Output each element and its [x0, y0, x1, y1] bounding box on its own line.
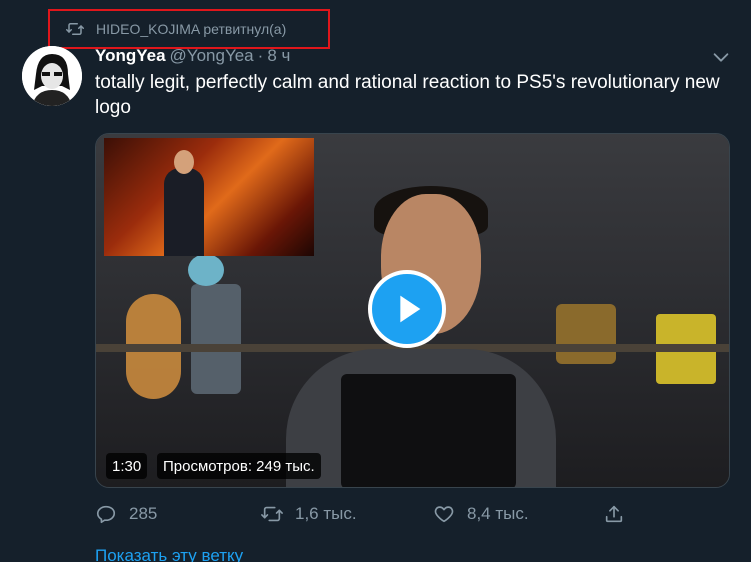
thumbnail-figure: [191, 284, 241, 394]
reply-button[interactable]: 285: [95, 503, 157, 525]
thumbnail-console: [341, 374, 516, 487]
video-views: Просмотров: 249 тыс.: [157, 453, 321, 479]
retweet-count: 1,6 тыс.: [295, 504, 357, 523]
tweet-text: totally legit, perfectly calm and ration…: [95, 72, 720, 118]
separator-dot: ·: [257, 46, 264, 65]
show-thread-link[interactable]: Показать эту ветку: [95, 546, 243, 562]
like-count: 8,4 тыс.: [467, 504, 529, 523]
tweet-timestamp[interactable]: 8 ч: [267, 46, 290, 66]
retweet-icon: [261, 506, 283, 522]
reply-icon: [96, 505, 116, 524]
thumbnail-presenter: [164, 168, 204, 256]
avatar[interactable]: [22, 46, 82, 106]
video-player[interactable]: 1:30 Просмотров: 249 тыс.: [95, 133, 730, 488]
video-duration: 1:30: [106, 453, 148, 479]
author-name[interactable]: YongYea: [95, 46, 166, 66]
chevron-down-icon[interactable]: [710, 46, 732, 68]
heart-icon: [434, 506, 454, 523]
play-icon: [400, 295, 421, 323]
thumbnail-presenter: [174, 150, 194, 174]
retweet-icon: [66, 20, 84, 38]
retweet-label: HIDEO_KOJIMA ретвитнул(а): [96, 21, 287, 37]
reply-count: 285: [129, 504, 158, 523]
thumbnail-figure: [556, 304, 616, 364]
play-button[interactable]: [368, 270, 446, 348]
thumbnail-inset: [104, 138, 314, 256]
like-button[interactable]: 8,4 тыс.: [433, 503, 529, 525]
retweet-button[interactable]: 1,6 тыс.: [261, 503, 357, 525]
tweet-actions: 285 1,6 тыс. 8,4 тыс.: [95, 503, 635, 529]
retweet-context[interactable]: HIDEO_KOJIMA ретвитнул(а): [48, 9, 330, 49]
share-button[interactable]: [603, 503, 637, 525]
author-handle[interactable]: @YongYea: [170, 46, 254, 66]
thumbnail-figure: [188, 254, 224, 286]
share-icon: [605, 505, 623, 523]
tweet-header: YongYea @YongYea · 8 ч: [95, 46, 290, 66]
